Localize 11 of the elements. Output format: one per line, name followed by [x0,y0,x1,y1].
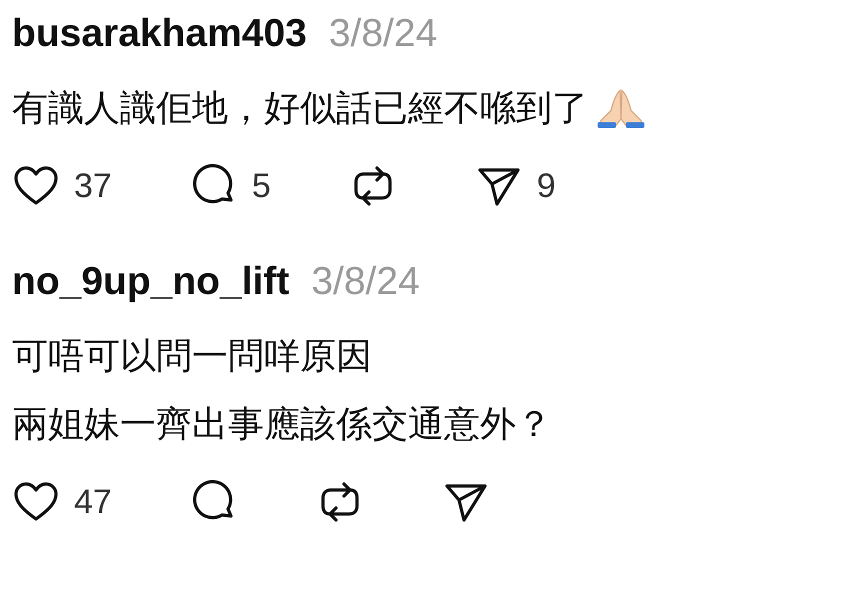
comment-text: 兩姐妹一齊出事應該係交通意外？ [12,402,552,446]
count: 47 [74,482,112,522]
post-date: 3/8/24 [328,12,438,56]
count: 37 [74,166,112,206]
comment-text: 有識人識佢地，好似話已經不喺到了 [12,86,588,130]
comment-text: 可唔可以問一問咩原因 [12,334,372,378]
count: 5 [252,166,271,206]
username[interactable]: no_9up_no_lift [12,260,290,304]
count: 9 [536,166,556,206]
post-date: 3/8/24 [311,260,420,304]
username[interactable]: busarakham403 [12,12,307,56]
